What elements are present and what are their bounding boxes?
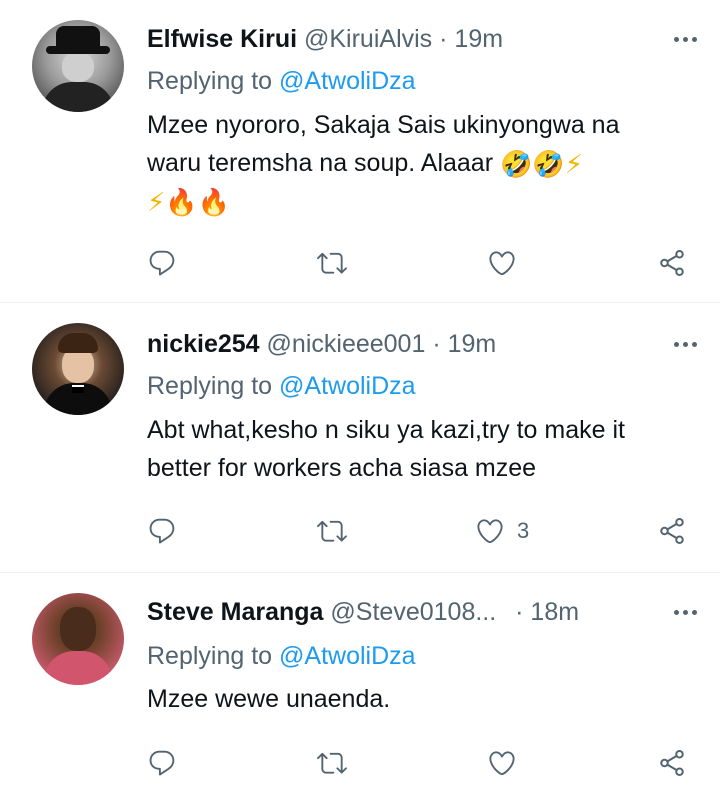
replying-to: Replying to @AtwoliDza [147,641,416,671]
user-handle[interactable]: @KiruiAlvis [304,25,432,53]
reply-button[interactable] [147,243,177,283]
laughing-emoji-icon: 🤣 [500,149,533,179]
tweet-text: Mzee wewe unaenda. [147,680,690,718]
user-handle[interactable]: @Steve0108... [330,598,496,626]
retweet-icon [317,248,347,278]
share-button[interactable] [657,243,687,283]
tweet-text-fragment: waru teremsha na soup. Alaaar [147,149,494,177]
avatar-face-shape [62,52,94,82]
avatar-bowtie-shape [72,385,84,393]
tweet-header: Elfwise Kirui @KiruiAlvis · 19m [147,24,660,54]
avatar-face-shape [60,607,96,651]
tweet-text-line: better for workers acha siasa mzee [147,454,537,482]
avatar-body-shape [42,82,114,112]
replying-prefix: Replying to [147,642,273,670]
retweet-icon [317,516,347,546]
tweet-emoji-line: ⚡🔥🔥 [147,182,690,220]
avatar[interactable] [32,20,124,112]
share-icon [657,248,687,278]
share-icon [657,748,687,778]
heart-icon [487,748,517,778]
timestamp[interactable]: 19m [448,330,497,358]
tweet[interactable]: Steve Maranga @Steve0108... · 18m Replyi… [0,573,720,793]
display-name[interactable]: nickie254 [147,330,260,358]
share-button[interactable] [657,511,687,551]
retweet-icon [317,748,347,778]
mention-link[interactable]: @AtwoliDza [279,67,416,95]
timestamp[interactable]: 19m [454,25,503,53]
share-icon [657,516,687,546]
user-handle[interactable]: @nickieee001 [267,330,426,358]
reply-button[interactable] [147,511,177,551]
more-icon[interactable] [666,331,706,357]
heart-icon [487,248,517,278]
tweet[interactable]: Elfwise Kirui @KiruiAlvis · 19m Replying… [0,0,720,303]
mention-link[interactable]: @AtwoliDza [279,372,416,400]
display-name[interactable]: Elfwise Kirui [147,25,297,53]
reply-icon [147,516,177,546]
avatar-shirt-shape [44,651,112,685]
fire-emoji-icon: 🔥 [165,187,198,217]
tweet-actions [147,743,700,783]
like-button[interactable]: 3 [475,511,529,551]
avatar-hair-shape [58,333,98,353]
more-icon[interactable] [666,599,706,625]
tweet-text-line: Mzee wewe unaenda. [147,685,391,713]
replying-prefix: Replying to [147,67,273,95]
replying-to: Replying to @AtwoliDza [147,66,416,96]
tweet-header: nickie254 @nickieee001 · 19m [147,329,660,359]
tweet[interactable]: nickie254 @nickieee001 · 19m Replying to… [0,303,720,573]
tweet-text: Mzee nyororo, Sakaja Sais ukinyongwa na … [147,106,690,220]
separator-dot: · [515,598,524,626]
tweet-actions: 3 [147,511,700,551]
retweet-button[interactable] [317,743,347,783]
retweet-button[interactable] [317,243,347,283]
laughing-emoji-icon: 🤣 [532,149,565,179]
retweet-button[interactable] [317,511,347,551]
display-name[interactable]: Steve Maranga [147,598,323,626]
more-icon[interactable] [666,26,706,52]
heart-icon [475,516,505,546]
tweet-text: Abt what,kesho n siku ya kazi,try to mak… [147,411,690,487]
timestamp[interactable]: 18m [530,598,579,626]
share-button[interactable] [657,743,687,783]
mention-link[interactable]: @AtwoliDza [279,642,416,670]
tweet-text-line: waru teremsha na soup. Alaaar 🤣🤣⚡ [147,144,690,182]
tweet-header: Steve Maranga @Steve0108... · 18m [147,597,660,627]
avatar-hat-shape [56,26,100,50]
reply-icon [147,748,177,778]
reply-button[interactable] [147,743,177,783]
like-button[interactable] [487,743,529,783]
lightning-emoji-icon: ⚡ [564,149,584,179]
separator-dot: · [432,330,441,358]
fire-emoji-icon: 🔥 [197,187,231,217]
avatar[interactable] [32,593,124,685]
replying-prefix: Replying to [147,372,273,400]
reply-icon [147,248,177,278]
like-button[interactable] [487,243,529,283]
tweet-actions [147,243,700,283]
tweet-text-line: Mzee nyororo, Sakaja Sais ukinyongwa na [147,111,620,139]
like-count: 3 [517,518,530,543]
tweet-text-line: Abt what,kesho n siku ya kazi,try to mak… [147,416,625,444]
separator-dot: · [439,25,448,53]
avatar[interactable] [32,323,124,415]
replying-to: Replying to @AtwoliDza [147,371,416,401]
lightning-emoji-icon: ⚡ [147,187,166,217]
